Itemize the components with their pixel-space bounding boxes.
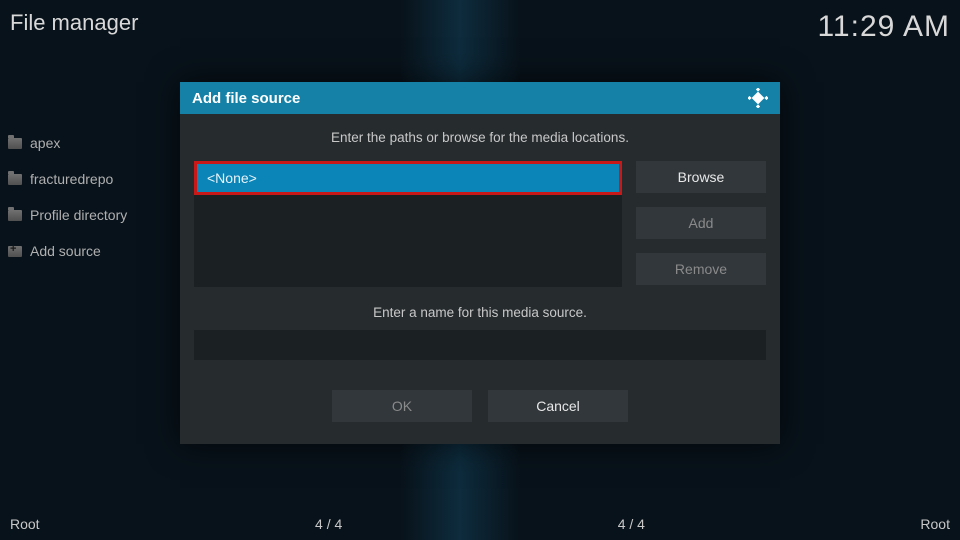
sidebar-item-label: apex — [30, 135, 60, 151]
ok-button[interactable]: OK — [332, 390, 472, 422]
kodi-logo-icon — [748, 88, 768, 108]
sidebar: apex fracturedrepo Profile directory Add… — [0, 125, 180, 269]
sidebar-item-fracturedrepo[interactable]: fracturedrepo — [0, 161, 180, 197]
cancel-button[interactable]: Cancel — [488, 390, 628, 422]
footer-left-label: Root — [10, 516, 40, 532]
sidebar-item-add-source[interactable]: Add source — [0, 233, 180, 269]
add-file-source-dialog: Add file source Enter the paths or brows… — [180, 82, 780, 444]
browse-button[interactable]: Browse — [636, 161, 766, 193]
footer: Root 4 / 4 4 / 4 Root — [10, 516, 950, 532]
footer-right-label: Root — [920, 516, 950, 532]
folder-icon — [8, 174, 22, 185]
paths-list-empty — [194, 195, 622, 287]
sidebar-item-label: fracturedrepo — [30, 171, 113, 187]
page-title: File manager — [10, 10, 138, 36]
add-folder-icon — [8, 246, 22, 257]
path-input[interactable]: <None> — [194, 161, 622, 195]
name-instruction: Enter a name for this media source. — [194, 305, 766, 320]
sidebar-item-profile-directory[interactable]: Profile directory — [0, 197, 180, 233]
dialog-title: Add file source — [192, 90, 300, 107]
paths-instruction: Enter the paths or browse for the media … — [194, 130, 766, 145]
remove-button[interactable]: Remove — [636, 253, 766, 285]
sidebar-item-label: Profile directory — [30, 207, 127, 223]
sidebar-item-apex[interactable]: apex — [0, 125, 180, 161]
add-button[interactable]: Add — [636, 207, 766, 239]
footer-right-count: 4 / 4 — [618, 516, 645, 532]
footer-left-count: 4 / 4 — [315, 516, 342, 532]
folder-icon — [8, 138, 22, 149]
dialog-titlebar: Add file source — [180, 82, 780, 114]
source-name-input[interactable] — [194, 330, 766, 360]
clock: 11:29 AM — [817, 10, 950, 44]
sidebar-item-label: Add source — [30, 243, 101, 259]
folder-icon — [8, 210, 22, 221]
